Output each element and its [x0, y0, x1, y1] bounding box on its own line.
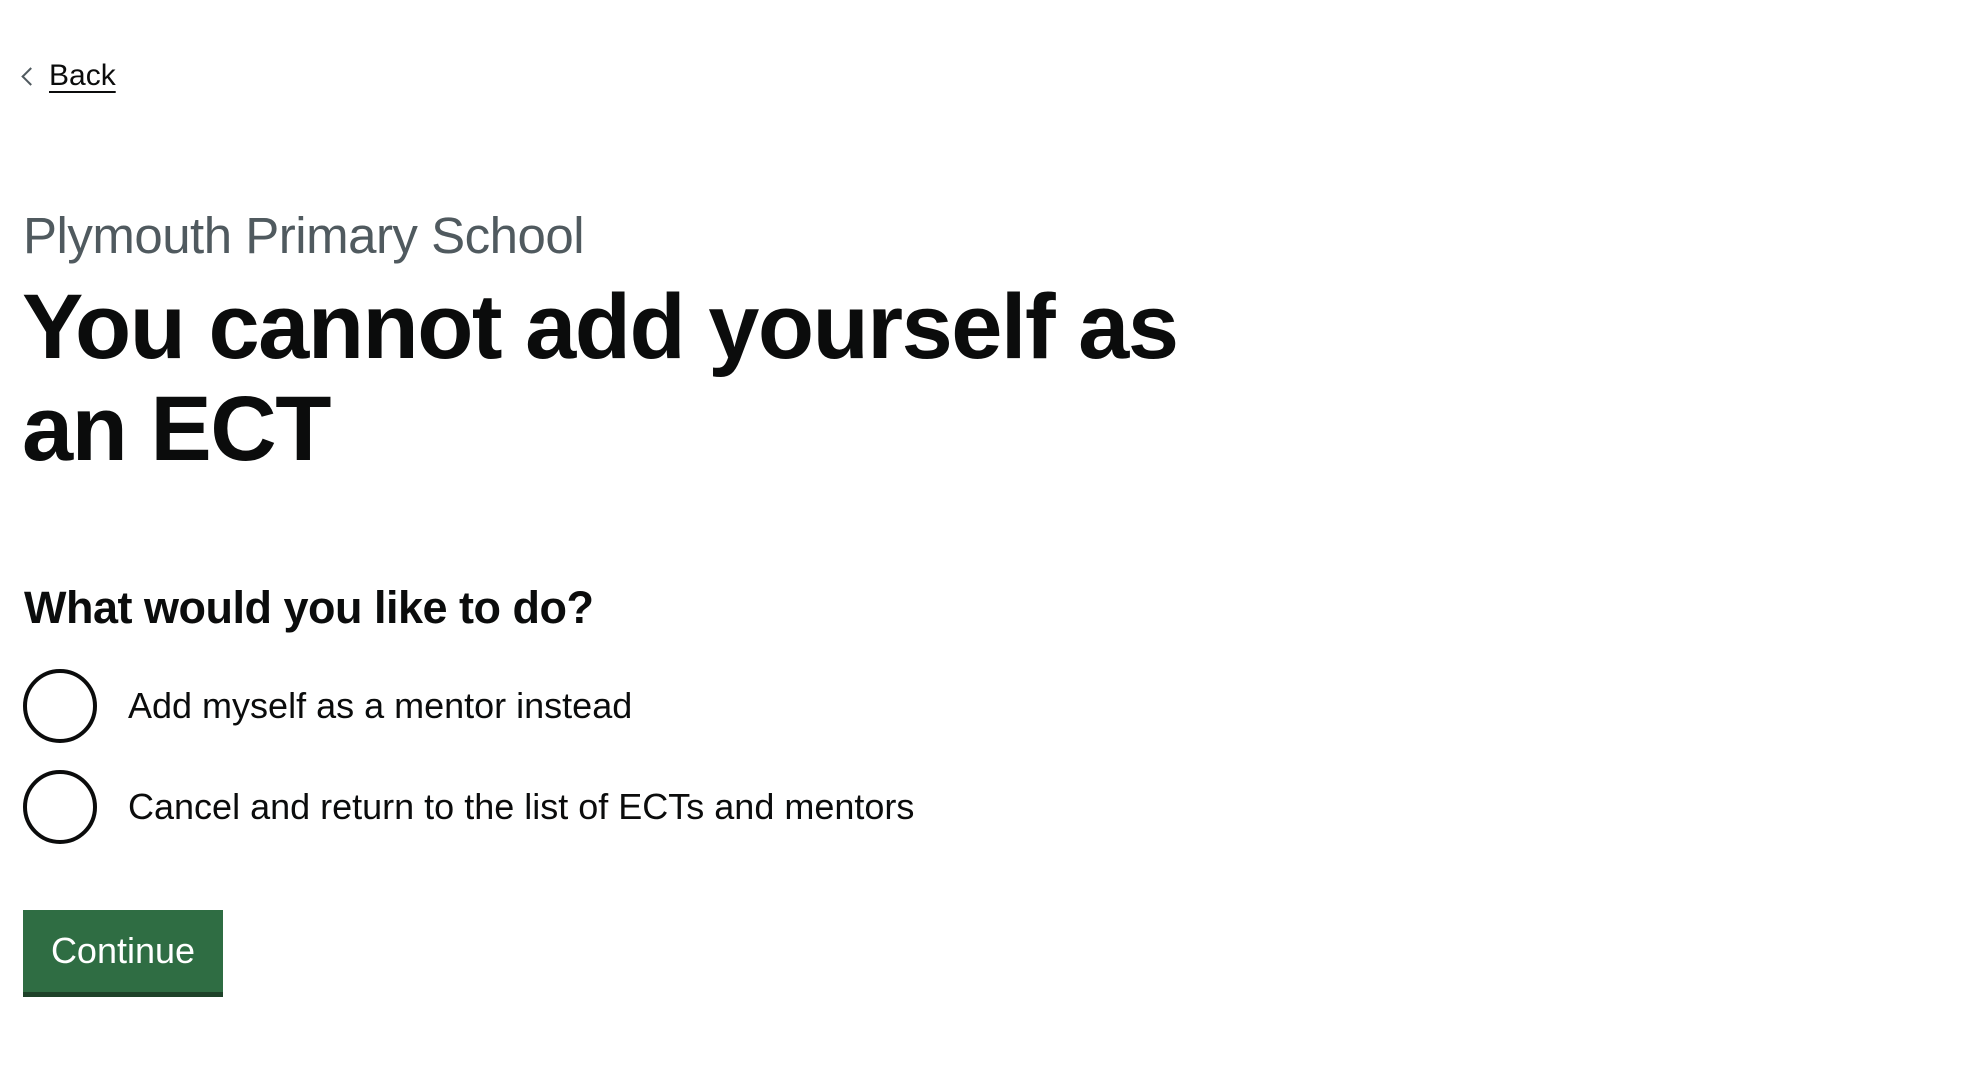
radio-label[interactable]: Add myself as a mentor instead	[128, 684, 632, 728]
chevron-left-icon	[21, 67, 40, 86]
radio-option-cancel-return[interactable]: Cancel and return to the list of ECTs an…	[23, 770, 914, 844]
radio-button[interactable]	[23, 770, 97, 844]
continue-button[interactable]: Continue	[23, 910, 223, 992]
school-caption: Plymouth Primary School	[23, 207, 585, 264]
back-link-label: Back	[49, 59, 116, 92]
radio-label[interactable]: Cancel and return to the list of ECTs an…	[128, 785, 914, 829]
page: Back Plymouth Primary School You cannot …	[0, 0, 1974, 1066]
radio-button[interactable]	[23, 669, 97, 743]
radio-option-add-as-mentor[interactable]: Add myself as a mentor instead	[23, 669, 632, 743]
back-link[interactable]: Back	[21, 56, 116, 96]
question-legend: What would you like to do?	[24, 582, 594, 633]
page-title: You cannot add yourself as an ECT	[22, 276, 1179, 480]
